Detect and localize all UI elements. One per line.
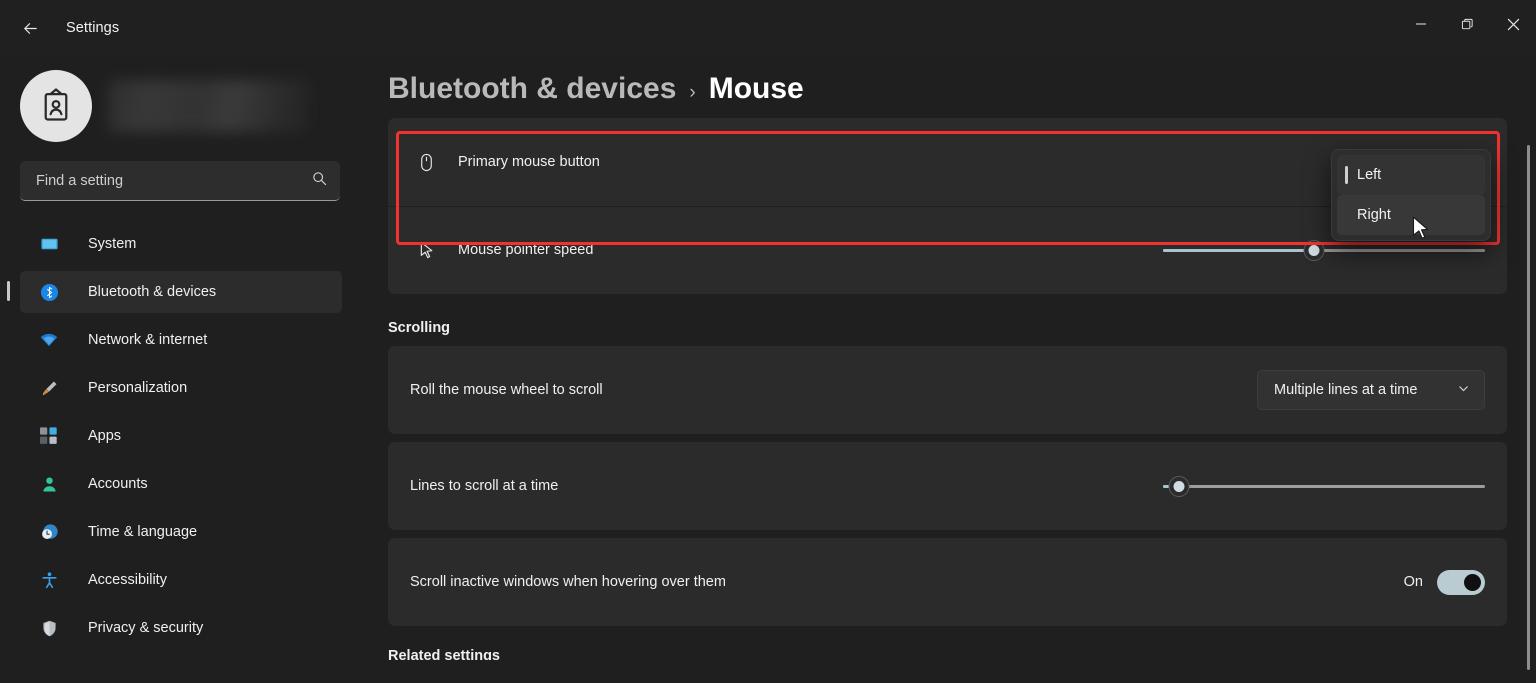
scroll-inactive-windows-row: Scroll inactive windows when hovering ov…: [388, 538, 1507, 626]
toggle-state-label: On: [1403, 574, 1423, 590]
sidebar-item-label: Apps: [88, 428, 122, 444]
related-settings-title: Related settings: [388, 648, 500, 660]
flyout-option-label: Left: [1357, 167, 1382, 183]
wheel-scroll-card: Roll the mouse wheel to scroll Multiple …: [388, 346, 1507, 434]
sidebar-item-time-language[interactable]: Time & language: [20, 511, 342, 553]
account-name-redacted: [108, 80, 308, 132]
window-controls: [1398, 0, 1536, 48]
shield-icon: [38, 617, 60, 639]
restore-button[interactable]: [1444, 0, 1490, 48]
sidebar-item-system[interactable]: System: [20, 223, 342, 265]
sidebar-item-accounts[interactable]: Accounts: [20, 463, 342, 505]
accessibility-icon: [38, 569, 60, 591]
roll-mouse-wheel-dropdown[interactable]: Multiple lines at a time: [1257, 370, 1485, 410]
scrolling-section-title: Scrolling: [388, 320, 451, 336]
lines-to-scroll-slider[interactable]: [1163, 473, 1485, 499]
app-title: Settings: [66, 20, 120, 36]
flyout-option-label: Right: [1357, 207, 1391, 223]
sidebar: System Bluetooth & devices Network & int…: [0, 56, 370, 683]
sidebar-item-personalization[interactable]: Personalization: [20, 367, 342, 409]
slider-thumb[interactable]: [1304, 240, 1324, 260]
sidebar-item-bluetooth-devices[interactable]: Bluetooth & devices: [7, 271, 342, 313]
sidebar-item-network-internet[interactable]: Network & internet: [20, 319, 342, 361]
chevron-down-icon: [1457, 382, 1470, 399]
scroll-inactive-windows-toggle[interactable]: [1437, 569, 1485, 595]
page-title: Mouse: [708, 72, 804, 105]
title-bar: Settings: [0, 0, 1536, 56]
sidebar-item-label: Privacy & security: [88, 620, 204, 636]
sidebar-item-label: Bluetooth & devices: [88, 284, 217, 300]
scroll-inactive-windows-label: Scroll inactive windows when hovering ov…: [410, 574, 726, 590]
roll-mouse-wheel-label: Roll the mouse wheel to scroll: [410, 382, 603, 398]
wifi-icon: [38, 329, 60, 351]
back-button[interactable]: [10, 12, 50, 44]
brush-icon: [38, 377, 60, 399]
sidebar-nav: System Bluetooth & devices Network & int…: [0, 223, 370, 649]
sidebar-item-label: Network & internet: [88, 332, 208, 348]
chevron-right-icon: ›: [689, 82, 696, 103]
bluetooth-icon: [38, 281, 60, 303]
breadcrumb-parent[interactable]: Bluetooth & devices: [388, 72, 676, 106]
avatar: [20, 70, 92, 142]
mouse-icon: [410, 152, 442, 173]
sidebar-item-accessibility[interactable]: Accessibility: [20, 559, 342, 601]
search-icon: [311, 170, 328, 192]
monitor-icon: [38, 233, 60, 255]
sidebar-item-label: System: [88, 236, 137, 252]
sidebar-item-privacy-security[interactable]: Privacy & security: [20, 607, 342, 649]
sidebar-item-label: Time & language: [88, 524, 198, 540]
search-box[interactable]: [20, 161, 340, 201]
slider-thumb[interactable]: [1169, 476, 1189, 496]
slider-fill: [1163, 248, 1315, 252]
lines-to-scroll-card: Lines to scroll at a time: [388, 442, 1507, 530]
settings-window: Settings Find a setting System Bluetooth…: [0, 0, 1536, 683]
slider-track: [1177, 484, 1485, 488]
person-icon: [38, 473, 60, 495]
flyout-option-left[interactable]: Left: [1337, 155, 1485, 195]
sidebar-item-apps[interactable]: Apps: [20, 415, 342, 457]
clock-icon: [38, 521, 60, 543]
close-button[interactable]: [1490, 0, 1536, 48]
sidebar-item-label: Accessibility: [88, 572, 167, 588]
primary-mouse-button-label: Primary mouse button: [458, 154, 600, 170]
sidebar-item-label: Accounts: [88, 476, 148, 492]
scroll-inactive-windows-card: Scroll inactive windows when hovering ov…: [388, 538, 1507, 626]
content-scrollbar[interactable]: [1527, 145, 1530, 670]
account-profile[interactable]: [0, 56, 370, 142]
lines-to-scroll-row: Lines to scroll at a time: [388, 442, 1507, 530]
roll-mouse-wheel-row: Roll the mouse wheel to scroll Multiple …: [388, 346, 1507, 434]
search-input[interactable]: [36, 172, 311, 189]
sidebar-item-label: Personalization: [88, 380, 188, 396]
toggle-knob: [1464, 573, 1481, 591]
breadcrumb: Bluetooth & devices › Mouse: [370, 56, 1536, 118]
roll-mouse-wheel-value: Multiple lines at a time: [1274, 382, 1418, 398]
primary-mouse-button-flyout: Left Right: [1331, 149, 1491, 241]
minimize-button[interactable]: [1398, 0, 1444, 48]
lines-to-scroll-label: Lines to scroll at a time: [410, 478, 559, 494]
apps-icon: [39, 427, 57, 444]
mouse-pointer-speed-label: Mouse pointer speed: [458, 242, 594, 258]
flyout-option-right[interactable]: Right: [1337, 195, 1485, 235]
cursor-arrow-icon: [410, 240, 442, 261]
